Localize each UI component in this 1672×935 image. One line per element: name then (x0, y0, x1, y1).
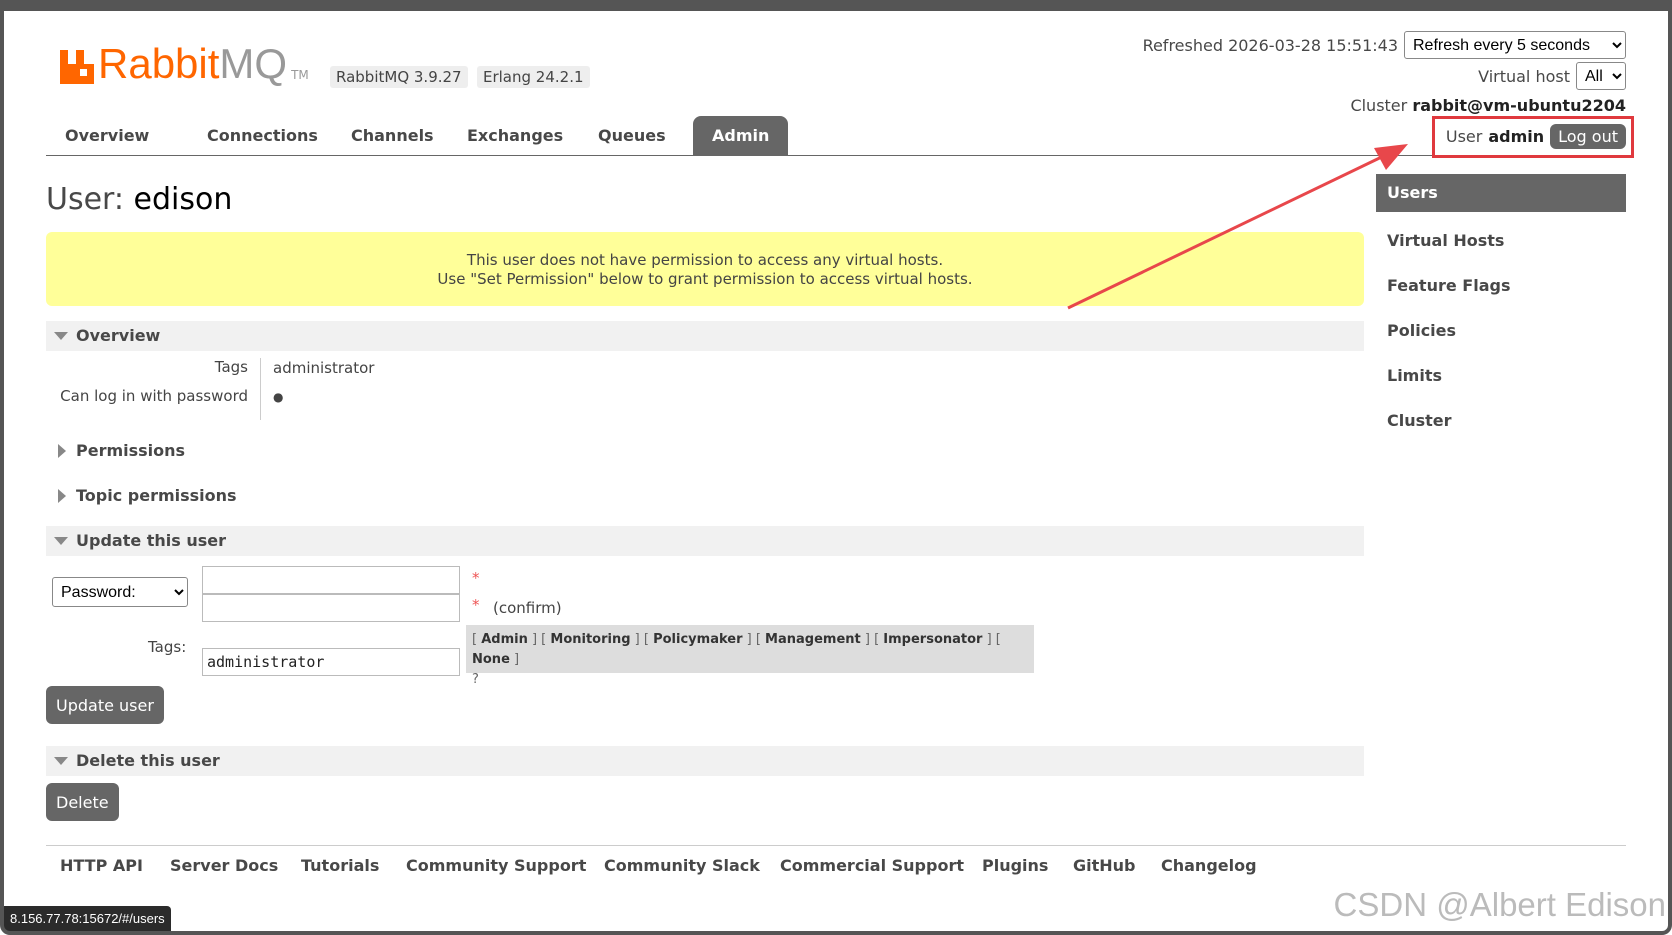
status-bar-url: 8.156.77.78:15672/#/users (4, 906, 171, 931)
watermark: CSDN @Albert Edison (1333, 886, 1666, 923)
annotation-arrow-icon (1067, 144, 1408, 310)
